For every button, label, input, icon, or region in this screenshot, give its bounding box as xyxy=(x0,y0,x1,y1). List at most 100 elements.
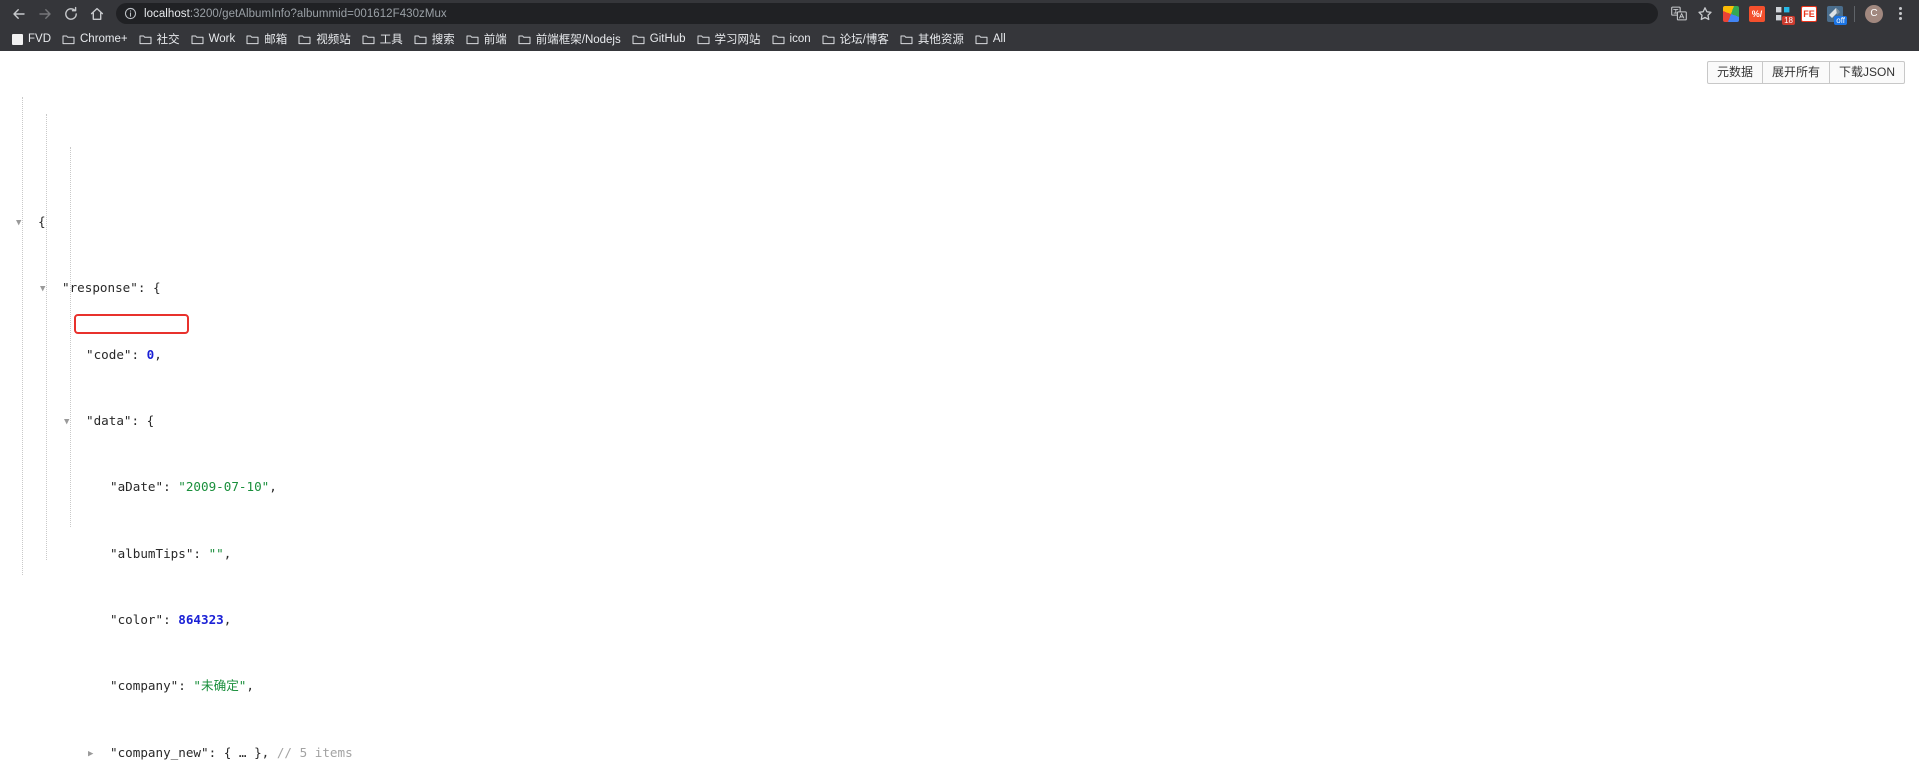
json-line: "company": "未确定", xyxy=(110,678,254,694)
folder-icon xyxy=(246,34,259,45)
extension-grid-icon[interactable]: 18 xyxy=(1770,3,1796,25)
json-line: "albumTips": "", xyxy=(110,545,232,561)
bookmark-star-icon[interactable] xyxy=(1692,3,1718,25)
folder-icon xyxy=(822,34,835,45)
bookmarks-bar: FVD Chrome+ 社交 Work 邮箱 视频站 工具 搜索 前端 前端框架… xyxy=(0,27,1919,51)
json-key: "color" xyxy=(110,612,164,627)
json-line: "response": { xyxy=(14,280,1919,297)
folder-icon xyxy=(298,34,311,45)
bookmark-item-mail[interactable]: 邮箱 xyxy=(242,29,294,49)
bookmark-label: 邮箱 xyxy=(264,34,288,46)
folder-icon xyxy=(414,34,427,45)
bookmark-item-frontend[interactable]: 前端 xyxy=(462,29,514,49)
json-line: { xyxy=(14,214,1919,231)
bookmark-item-github[interactable]: GitHub xyxy=(628,31,693,47)
bookmark-item-frontend-frameworks[interactable]: 前端框架/Nodejs xyxy=(514,29,628,49)
collapse-triangle-icon[interactable] xyxy=(16,218,26,228)
bookmark-label: 前端 xyxy=(483,34,507,46)
json-punct: : { xyxy=(137,280,161,296)
bookmark-item-work[interactable]: Work xyxy=(187,31,243,47)
bookmark-item-learning-sites[interactable]: 学习网站 xyxy=(693,29,768,49)
avatar[interactable]: C xyxy=(1861,3,1887,25)
indent-guide xyxy=(22,97,23,575)
bookmark-square-icon xyxy=(12,33,23,45)
bookmark-item-tools[interactable]: 工具 xyxy=(358,29,410,49)
forward-arrow-icon[interactable] xyxy=(32,3,58,25)
json-line: "data": { xyxy=(14,413,1919,430)
id-field-highlight-box xyxy=(74,314,189,335)
translate-icon[interactable] xyxy=(1666,3,1692,25)
extension-fe-label: FE xyxy=(1801,5,1817,22)
extension-fe-icon[interactable]: FE xyxy=(1796,3,1822,25)
json-line: "color": 864323, xyxy=(110,612,232,627)
bookmark-item-video[interactable]: 视频站 xyxy=(294,29,358,49)
json-value: "2009-07-10" xyxy=(178,479,270,495)
json-punct: : { xyxy=(131,412,155,428)
bookmark-item-all[interactable]: All xyxy=(971,31,1013,47)
folder-icon xyxy=(632,34,645,45)
bookmark-item-other-resources[interactable]: 其他资源 xyxy=(896,29,971,49)
json-line: "aDate": "2009-07-10", xyxy=(110,479,277,495)
bookmark-item-chrome-plus[interactable]: Chrome+ xyxy=(58,31,135,47)
bookmark-item-fvd[interactable]: FVD xyxy=(8,31,58,47)
bookmark-item-social[interactable]: 社交 xyxy=(135,29,187,49)
bookmark-label: 论坛/博客 xyxy=(839,34,889,46)
page-content: 元数据 展开所有 下载JSON { "response": { "code": … xyxy=(0,51,1919,771)
bookmark-label: All xyxy=(992,33,1006,45)
folder-icon xyxy=(139,34,152,45)
toolbar-divider xyxy=(1854,5,1855,22)
browser-chrome: localhost:3200/getAlbumInfo?albummid=001… xyxy=(0,0,1919,51)
json-collapsed-object[interactable]: { … }, xyxy=(224,745,270,760)
bookmark-item-forums-blogs[interactable]: 论坛/博客 xyxy=(818,29,896,49)
bookmark-label: 其他资源 xyxy=(917,34,964,46)
bookmark-label: 搜索 xyxy=(431,34,455,46)
json-key: "aDate" xyxy=(110,479,164,495)
json-key: "data" xyxy=(86,412,132,428)
folder-icon xyxy=(975,34,988,45)
url-text: localhost:3200/getAlbumInfo?albummid=001… xyxy=(144,8,447,20)
toolbar-right-icons: %/ 18 FE off C xyxy=(1666,3,1913,25)
bookmark-label: icon xyxy=(789,33,811,45)
json-value: "" xyxy=(208,545,224,561)
bookmark-label: 学习网站 xyxy=(714,34,761,46)
extension-proxy-icon[interactable]: off xyxy=(1822,3,1848,25)
chrome-menu-icon[interactable] xyxy=(1887,3,1913,25)
json-key: "company" xyxy=(110,678,179,694)
json-comment: // 5 items xyxy=(276,744,353,760)
bookmark-item-search[interactable]: 搜索 xyxy=(410,29,462,49)
folder-icon xyxy=(62,34,75,45)
avatar-initial: C xyxy=(1865,4,1883,23)
collapse-triangle-icon[interactable] xyxy=(40,284,50,294)
extension-chrome-colors-icon[interactable] xyxy=(1718,3,1744,25)
collapse-triangle-icon[interactable] xyxy=(64,417,74,427)
bookmark-item-icon[interactable]: icon xyxy=(768,31,818,47)
extension-grid-badge: 18 xyxy=(1782,15,1795,25)
url-path: :3200/getAlbumInfo?albummid=001612F430zM… xyxy=(189,7,447,20)
expand-triangle-icon[interactable] xyxy=(88,749,98,759)
json-value: "未确定" xyxy=(193,678,247,694)
url-host: localhost xyxy=(144,7,190,20)
home-icon[interactable] xyxy=(84,3,110,25)
json-tree: { "response": { "code": 0, "data": { "aD… xyxy=(0,51,1919,771)
bookmark-label: 前端框架/Nodejs xyxy=(535,34,621,46)
folder-icon xyxy=(697,34,710,45)
bookmark-label: 社交 xyxy=(156,34,180,46)
json-value: 864323 xyxy=(178,612,224,627)
site-info-icon[interactable] xyxy=(124,7,137,20)
folder-icon xyxy=(191,34,204,45)
folder-icon xyxy=(466,34,479,45)
back-arrow-icon[interactable] xyxy=(6,3,32,25)
extension-percent-red-icon[interactable]: %/ xyxy=(1744,3,1770,25)
folder-icon xyxy=(362,34,375,45)
extension-proxy-badge: off xyxy=(1834,15,1847,25)
json-key: "response" xyxy=(62,280,138,296)
bookmark-label: Chrome+ xyxy=(80,33,128,45)
indent-guide xyxy=(70,147,71,527)
reload-icon[interactable] xyxy=(58,3,84,25)
address-bar[interactable]: localhost:3200/getAlbumInfo?albummid=001… xyxy=(116,3,1658,24)
bookmark-label: Work xyxy=(208,33,236,45)
bookmark-label: 工具 xyxy=(379,34,403,46)
folder-icon xyxy=(900,34,913,45)
bookmark-label: FVD xyxy=(28,33,51,45)
json-line: "company_new": { … }, // 5 items xyxy=(14,745,1919,762)
